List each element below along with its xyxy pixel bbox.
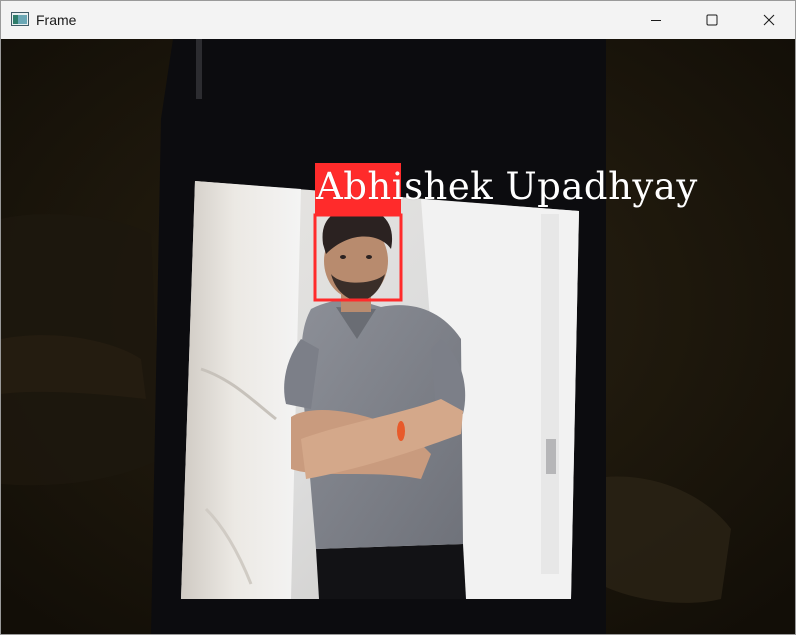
- maximize-button[interactable]: [689, 1, 735, 39]
- app-window: Frame Abhishek Upadhyay: [0, 0, 796, 635]
- window-title: Frame: [36, 12, 77, 28]
- detected-name-label: Abhishek Upadhyay: [316, 165, 698, 208]
- video-frame: Abhishek Upadhyay: [1, 39, 795, 634]
- close-button[interactable]: [746, 1, 792, 39]
- close-icon: [763, 14, 775, 26]
- maximize-icon: [706, 14, 718, 26]
- window-frame-icon: [11, 12, 29, 26]
- camera-feed: [1, 39, 795, 634]
- title-bar[interactable]: Frame: [1, 1, 795, 39]
- minimize-button[interactable]: [633, 1, 679, 39]
- minimize-icon: [651, 20, 661, 21]
